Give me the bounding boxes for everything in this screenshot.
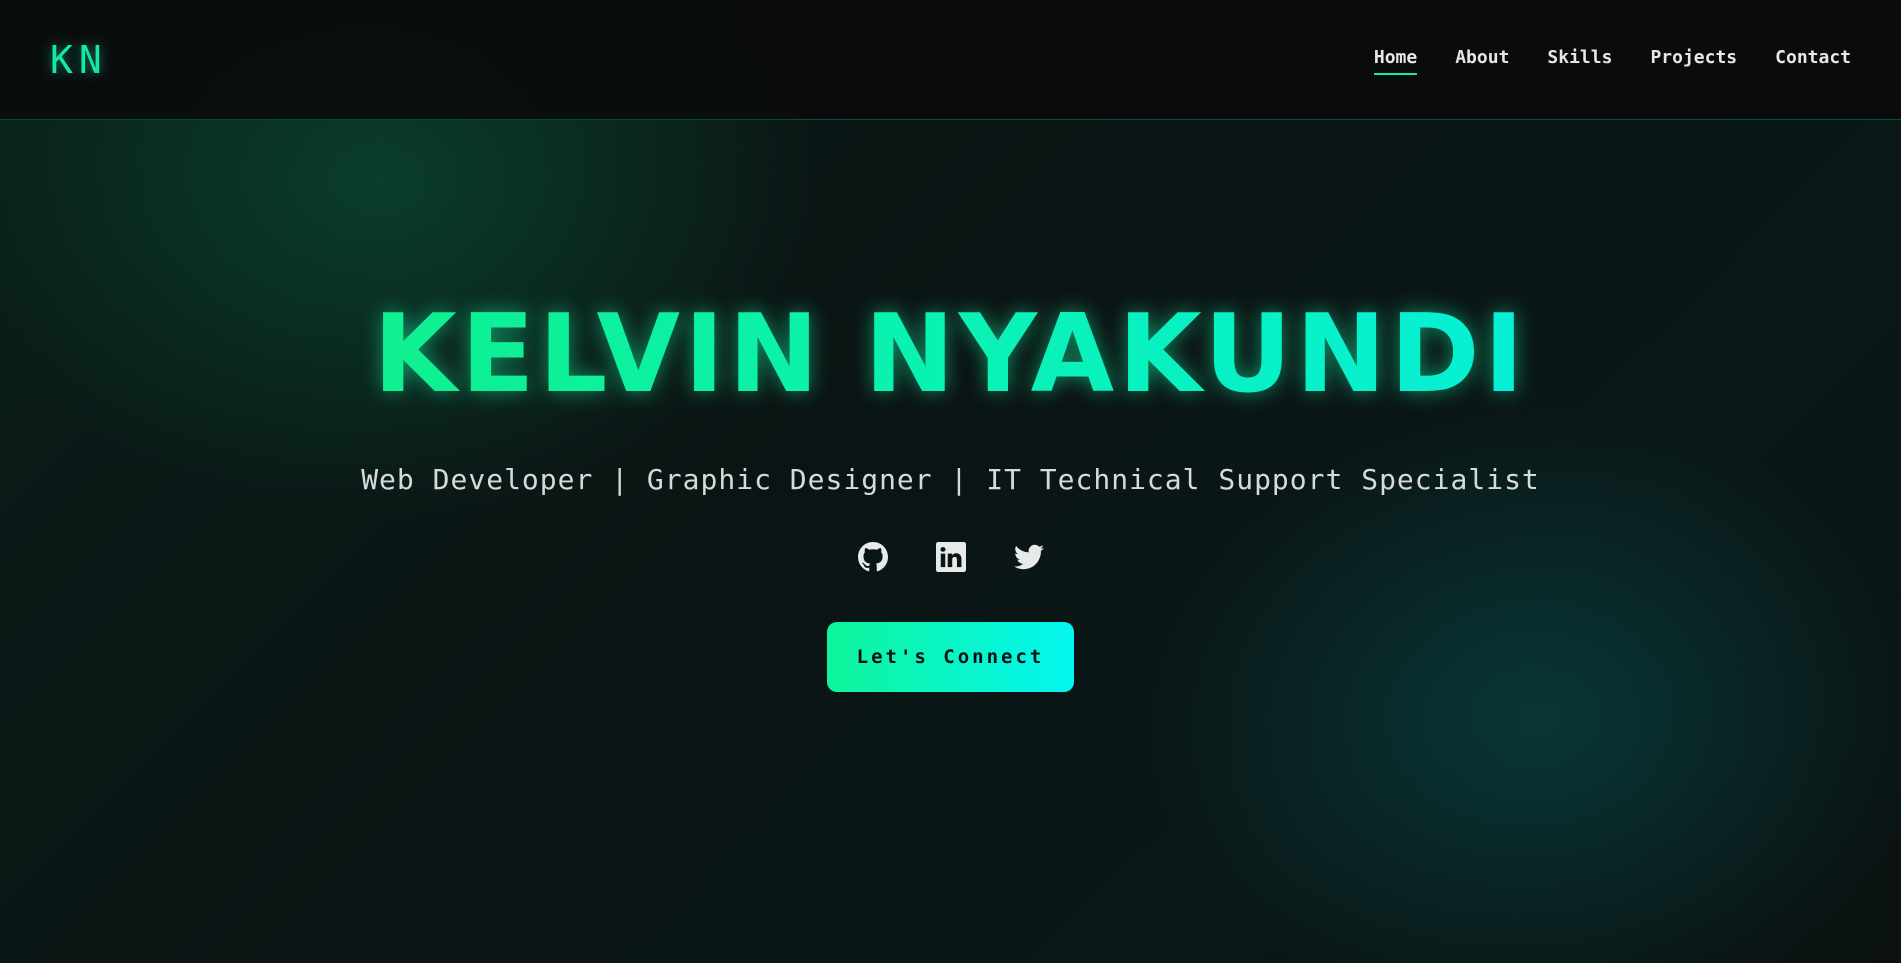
lets-connect-button[interactable]: Let's Connect — [827, 622, 1074, 693]
hero-name: KELVIN NYAKUNDI — [373, 292, 1528, 417]
logo[interactable]: KN — [50, 38, 108, 82]
hero-section: KELVIN NYAKUNDI Web Developer | Graphic … — [0, 120, 1901, 963]
social-links — [857, 542, 1044, 573]
nav-links: Home About Skills Projects Contact — [1373, 47, 1851, 75]
nav-link-skills[interactable]: Skills — [1547, 47, 1612, 74]
nav-link-contact[interactable]: Contact — [1775, 47, 1851, 74]
navbar: KN Home About Skills Projects Contact — [0, 0, 1901, 120]
twitter-icon[interactable] — [1013, 542, 1044, 572]
nav-link-about[interactable]: About — [1455, 47, 1509, 74]
page: KN Home About Skills Projects Contact KE… — [0, 0, 1901, 963]
nav-link-home[interactable]: Home — [1373, 47, 1418, 75]
github-icon[interactable] — [857, 542, 888, 572]
nav-link-projects[interactable]: Projects — [1650, 47, 1737, 74]
linkedin-icon[interactable] — [935, 542, 966, 573]
hero-subtitle: Web Developer | Graphic Designer | IT Te… — [361, 463, 1540, 497]
